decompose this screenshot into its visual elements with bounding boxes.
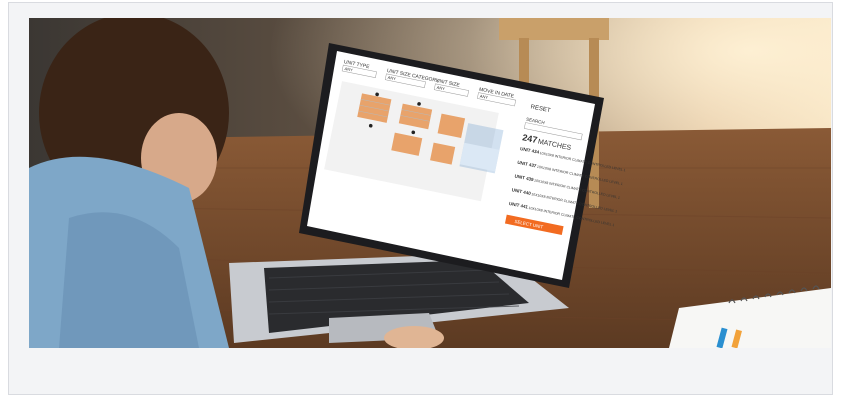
hero-photo: UNIT TYPE ANY UNIT SIZE CATEGORY ANY UNI… — [29, 18, 831, 348]
woman — [29, 18, 229, 348]
image-card: UNIT TYPE ANY UNIT SIZE CATEGORY ANY UNI… — [8, 2, 833, 395]
photo-scene: UNIT TYPE ANY UNIT SIZE CATEGORY ANY UNI… — [29, 18, 831, 348]
